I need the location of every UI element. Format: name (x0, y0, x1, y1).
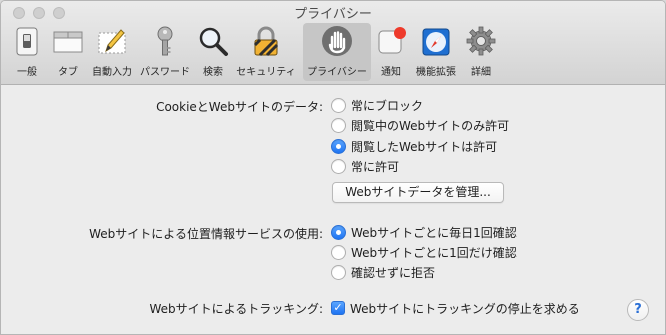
radio-label: 確認せずに拒否 (351, 265, 436, 280)
key-icon (149, 25, 181, 57)
radio-label: Webサイトごとに毎日1回確認 (351, 225, 517, 240)
hand-icon (321, 25, 353, 57)
tab-autofill[interactable]: 自動入力 (89, 23, 135, 81)
radio-button[interactable] (331, 264, 346, 280)
manage-website-data-button[interactable]: Webサイトデータを管理... (332, 182, 504, 203)
radio-label: 閲覧中のWebサイトのみ許可 (351, 119, 510, 133)
radio-label: 閲覧したWebサイトは許可 (351, 139, 498, 154)
location-option-0[interactable]: Webサイトごとに毎日1回確認 (331, 223, 517, 241)
tabs-icon (52, 25, 84, 57)
puzzle-compass-icon (420, 25, 452, 57)
radio-button[interactable] (331, 159, 346, 174)
tab-autofill-label: 自動入力 (92, 67, 132, 78)
tracking-label: Webサイトによるトラッキング: (149, 302, 324, 316)
tab-extensions[interactable]: 機能拡張 (413, 23, 459, 81)
cookie-option-0[interactable]: 常にブロック (331, 96, 423, 114)
tab-notifications[interactable]: 通知 (375, 23, 407, 81)
tab-search[interactable]: 検索 (197, 23, 229, 81)
tab-tabs[interactable]: タブ (49, 23, 87, 81)
tab-general[interactable]: 一般 (9, 23, 45, 81)
tab-search-label: 検索 (203, 67, 223, 78)
titlebar: プライバシー 一般 タブ 自動入力 パスワード 検索 セキュリティ プライバシー… (1, 1, 665, 85)
privacy-pane: CookieとWebサイトのデータ: 常にブロック閲覧中のWebサイトのみ許可閲… (1, 86, 665, 334)
cookies-label: CookieとWebサイトのデータ: (156, 100, 323, 114)
tab-passwords-label: パスワード (140, 67, 190, 78)
general-switch-icon (11, 25, 43, 57)
gear-icon (465, 25, 497, 57)
checkmark-icon: ✓ (331, 301, 345, 315)
tab-privacy-label: プライバシー (307, 67, 367, 78)
padlock-icon (250, 25, 282, 57)
help-button[interactable]: ? (627, 299, 649, 321)
cookie-option-1[interactable]: 閲覧中のWebサイトのみ許可 (331, 117, 509, 135)
magnifier-icon (197, 25, 229, 57)
tab-passwords[interactable]: パスワード (137, 23, 193, 81)
notification-badge-icon (375, 25, 407, 57)
do-not-track-checkbox[interactable]: ✓ Webサイトにトラッキングの停止を求める (331, 299, 580, 317)
radio-button[interactable] (331, 138, 346, 154)
cookie-option-3[interactable]: 常に許可 (331, 158, 399, 176)
do-not-track-label: Webサイトにトラッキングの停止を求める (350, 301, 580, 316)
radio-label: 常に許可 (351, 160, 400, 174)
preferences-window: プライバシー 一般 タブ 自動入力 パスワード 検索 セキュリティ プライバシー… (0, 0, 666, 335)
radio-label: Webサイトごとに1回だけ確認 (351, 245, 517, 260)
tab-advanced[interactable]: 詳細 (463, 23, 499, 81)
tab-notifications-label: 通知 (381, 67, 401, 78)
location-option-1[interactable]: Webサイトごとに1回だけ確認 (331, 243, 517, 261)
autofill-pencil-icon (96, 25, 128, 57)
window-title: プライバシー (294, 7, 372, 22)
tab-privacy[interactable]: プライバシー (303, 23, 371, 81)
tab-advanced-label: 詳細 (471, 67, 491, 78)
radio-button[interactable] (331, 97, 346, 113)
tab-general-label: 一般 (17, 67, 37, 78)
radio-label: 常にブロック (351, 98, 424, 113)
location-label: Webサイトによる位置情報サービスの使用: (89, 227, 323, 241)
tab-extensions-label: 機能拡張 (416, 67, 456, 78)
radio-button[interactable] (331, 244, 346, 260)
tab-security-label: セキュリティ (236, 67, 296, 78)
cookie-option-2[interactable]: 閲覧したWebサイトは許可 (331, 137, 497, 155)
tab-security[interactable]: セキュリティ (233, 23, 299, 81)
radio-button[interactable] (331, 118, 346, 133)
tab-tabs-label: タブ (58, 67, 78, 78)
radio-button[interactable] (331, 224, 346, 240)
location-option-2[interactable]: 確認せずに拒否 (331, 263, 435, 281)
